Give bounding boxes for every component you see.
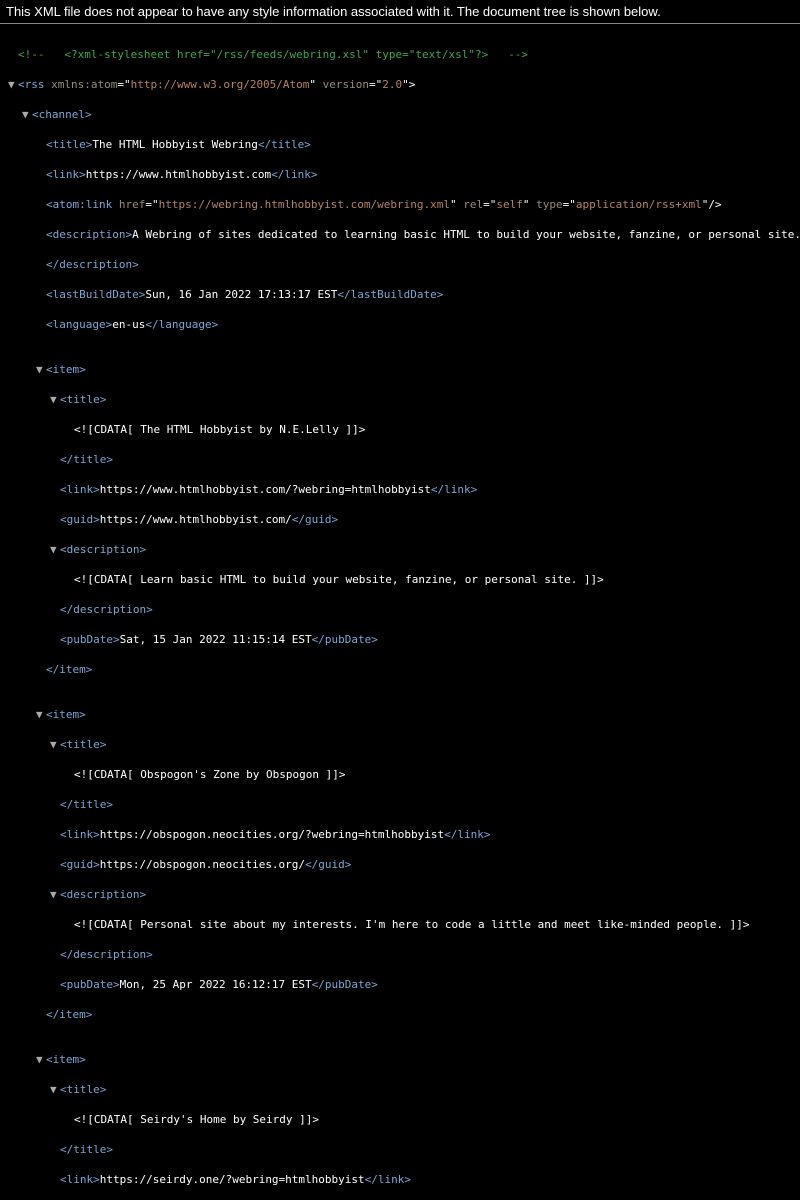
xml-stylesheet-comment: <!-- <?xml-stylesheet href="/rss/feeds/w… [0, 47, 800, 62]
item-close: </item> [0, 1007, 800, 1022]
channel-link: <link>https://www.htmlhobbyist.com</link… [0, 167, 800, 182]
item-pubdate: <pubDate>Sat, 15 Jan 2022 11:15:14 EST</… [0, 632, 800, 647]
item-guid: <guid>https://obspogon.neocities.org/</g… [0, 857, 800, 872]
item-open: ▼<item> [0, 707, 800, 722]
channel-atom-link: <atom:link href="https://webring.htmlhob… [0, 197, 800, 212]
item-description-close: </description> [0, 947, 800, 962]
toggle-title[interactable]: ▼ [50, 1082, 60, 1097]
toggle-title[interactable]: ▼ [50, 737, 60, 752]
item-guid: <guid>https://www.htmlhobbyist.com/</gui… [0, 512, 800, 527]
item-open: ▼<item> [0, 1052, 800, 1067]
xml-no-style-banner: This XML file does not appear to have an… [0, 0, 800, 24]
item-title-open: ▼<title> [0, 392, 800, 407]
item-description-open: ▼<description> [0, 887, 800, 902]
toggle-title[interactable]: ▼ [50, 392, 60, 407]
item-open: ▼<item> [0, 362, 800, 377]
channel-description-close: </description> [0, 257, 800, 272]
item-title-close: </title> [0, 797, 800, 812]
toggle-item[interactable]: ▼ [36, 1052, 46, 1067]
item-title-close: </title> [0, 1142, 800, 1157]
toggle-description[interactable]: ▼ [50, 542, 60, 557]
channel-open: ▼<channel> [0, 107, 800, 122]
xml-tree: <!-- <?xml-stylesheet href="/rss/feeds/w… [0, 24, 800, 1200]
item-link: <link>https://www.htmlhobbyist.com/?webr… [0, 482, 800, 497]
item-title-open: ▼<title> [0, 737, 800, 752]
toggle-item[interactable]: ▼ [36, 362, 46, 377]
item-title-open: ▼<title> [0, 1082, 800, 1097]
item-link: <link>https://obspogon.neocities.org/?we… [0, 827, 800, 842]
toggle-item[interactable]: ▼ [36, 707, 46, 722]
item-description-close: </description> [0, 602, 800, 617]
channel-lastbuilddate: <lastBuildDate>Sun, 16 Jan 2022 17:13:17… [0, 287, 800, 302]
channel-description: <description>A Webring of sites dedicate… [0, 227, 800, 242]
item-description-cdata: <![CDATA[ Personal site about my interes… [0, 917, 800, 932]
toggle-description[interactable]: ▼ [50, 887, 60, 902]
item-close: </item> [0, 662, 800, 677]
item-title-cdata: <![CDATA[ Obspogon's Zone by Obspogon ]]… [0, 767, 800, 782]
rss-open: ▼<rss xmlns:atom="http://www.w3.org/2005… [0, 77, 800, 92]
channel-title: <title>The HTML Hobbyist Webring</title> [0, 137, 800, 152]
item-title-close: </title> [0, 452, 800, 467]
item-link: <link>https://seirdy.one/?webring=htmlho… [0, 1172, 800, 1187]
item-pubdate: <pubDate>Mon, 25 Apr 2022 16:12:17 EST</… [0, 977, 800, 992]
toggle-rss[interactable]: ▼ [8, 77, 18, 92]
toggle-channel[interactable]: ▼ [22, 107, 32, 122]
item-description-cdata: <![CDATA[ Learn basic HTML to build your… [0, 572, 800, 587]
channel-language: <language>en-us</language> [0, 317, 800, 332]
banner-text: This XML file does not appear to have an… [6, 4, 661, 19]
item-description-open: ▼<description> [0, 542, 800, 557]
item-title-cdata: <![CDATA[ Seirdy's Home by Seirdy ]]> [0, 1112, 800, 1127]
item-title-cdata: <![CDATA[ The HTML Hobbyist by N.E.Lelly… [0, 422, 800, 437]
